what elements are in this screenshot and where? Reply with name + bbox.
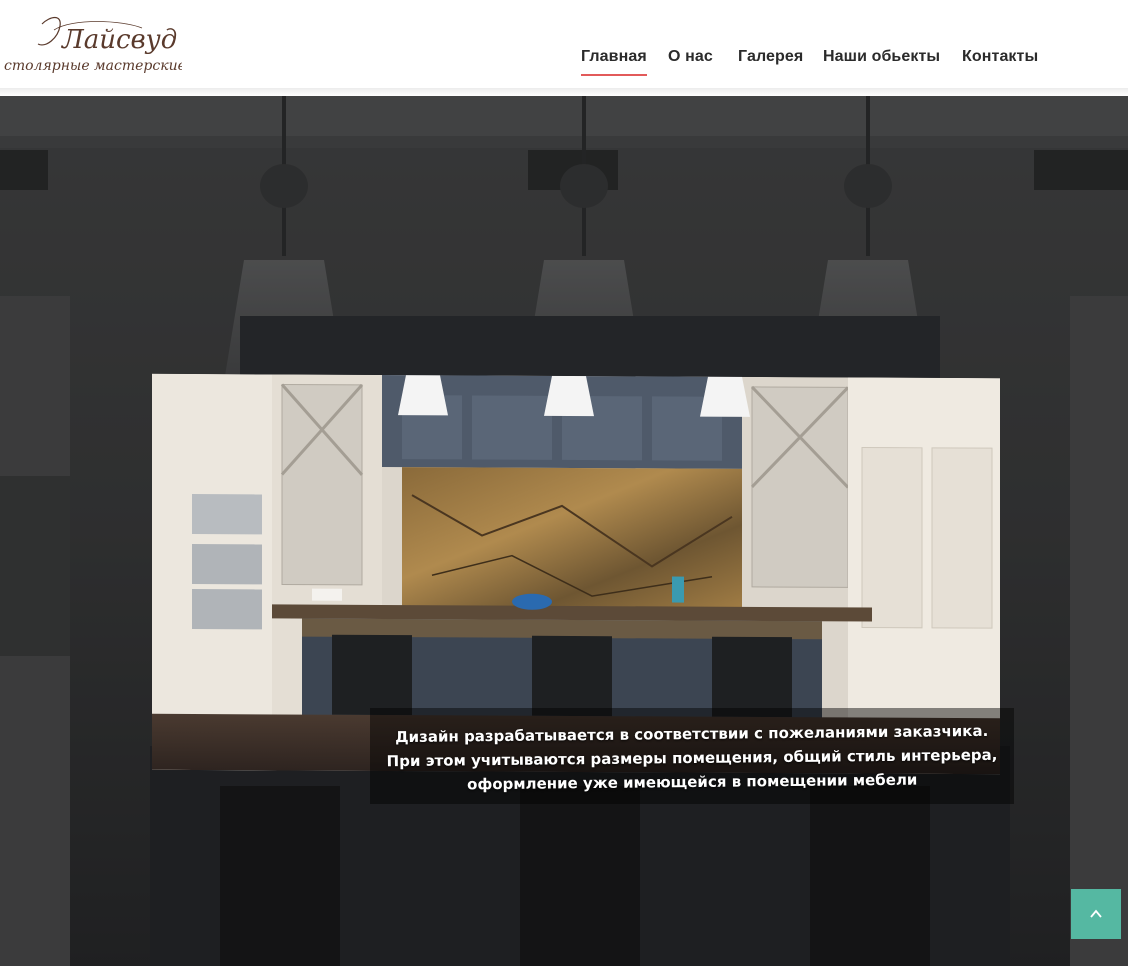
header-shadow (0, 88, 1128, 96)
hero-caption: Дизайн разрабатывается в соответствии с … (380, 719, 1005, 798)
nav-item-home[interactable]: Главная (581, 48, 647, 76)
site-header: Лайсвуд столярные мастерские Главная О н… (0, 0, 1128, 88)
nav-item-objects[interactable]: Наши обьекты (823, 48, 940, 66)
logo-title: Лайсвуд (60, 25, 177, 55)
nav-item-about[interactable]: О нас (668, 48, 713, 66)
hero-slider: Дизайн разрабатывается в соответствии с … (0, 96, 1128, 966)
site-logo[interactable]: Лайсвуд столярные мастерские (2, 8, 186, 78)
scroll-to-top-button[interactable] (1071, 889, 1121, 939)
nav-item-contacts[interactable]: Контакты (962, 48, 1038, 66)
chevron-up-icon (1090, 909, 1102, 918)
logo-graphic: Лайсвуд столярные мастерские (4, 16, 186, 74)
nav-item-gallery[interactable]: Галерея (738, 48, 803, 66)
logo-subtitle: столярные мастерские (4, 58, 182, 74)
